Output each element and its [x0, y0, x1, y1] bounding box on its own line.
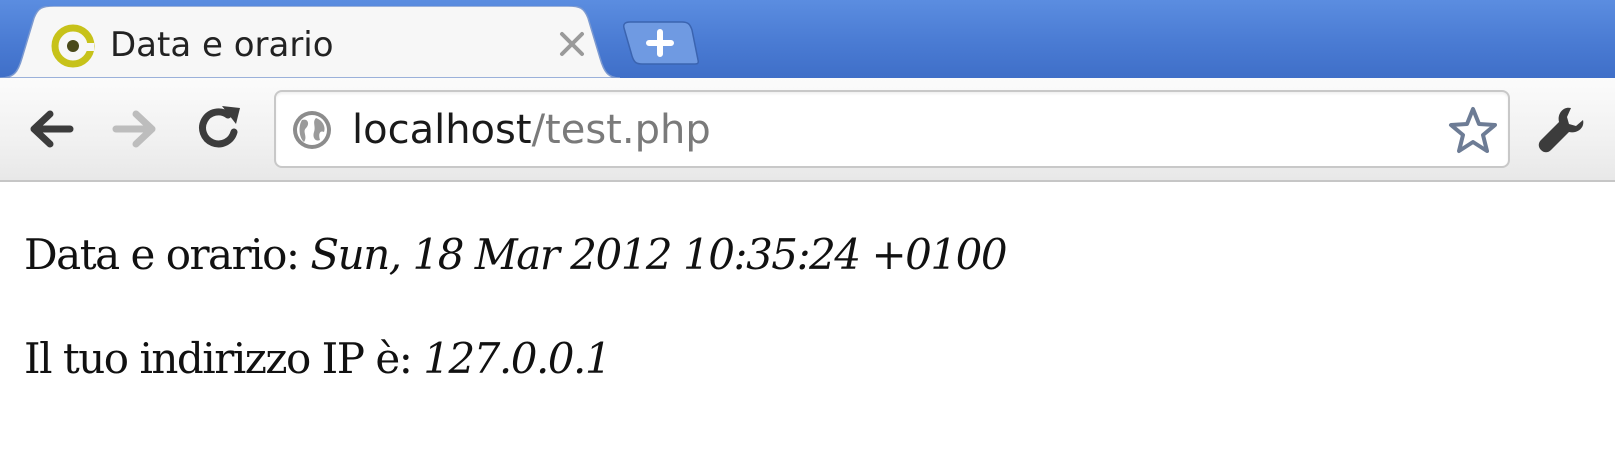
- ip-label: Il tuo indirizzo IP è:: [24, 334, 413, 383]
- reload-button[interactable]: [194, 102, 246, 154]
- forward-arrow-icon: [112, 110, 156, 148]
- close-icon[interactable]: [556, 28, 588, 60]
- browser-window: Data e orario localhost/test.php Data e …: [0, 0, 1615, 473]
- datetime-label: Data e orario:: [24, 230, 300, 279]
- plus-icon: [623, 21, 699, 65]
- reload-icon: [199, 106, 240, 148]
- datetime-line: Data e orario: Sun, 18 Mar 2012 10:35:24…: [24, 230, 1008, 279]
- tab-active[interactable]: Data e orario: [0, 6, 620, 78]
- globe-icon: [290, 108, 334, 152]
- ip-line: Il tuo indirizzo IP è: 127.0.0.1: [24, 334, 612, 383]
- star-icon[interactable]: [1446, 104, 1500, 158]
- wrench-icon: [1538, 107, 1584, 153]
- toolbar: localhost/test.php: [0, 78, 1615, 182]
- tab-strip: Data e orario: [0, 0, 1615, 78]
- forward-button[interactable]: [110, 104, 160, 154]
- url-path: /test.php: [531, 107, 711, 153]
- back-arrow-icon: [30, 110, 74, 148]
- ip-value: 127.0.0.1: [423, 334, 611, 383]
- datetime-value: Sun, 18 Mar 2012 10:35:24 +0100: [310, 230, 1007, 279]
- tab-title: Data e orario: [110, 25, 334, 65]
- back-button[interactable]: [26, 104, 76, 154]
- url-host: localhost: [352, 107, 532, 153]
- circle-logo-icon: [50, 23, 96, 69]
- address-bar[interactable]: localhost/test.php: [274, 90, 1510, 168]
- url-text: localhost/test.php: [352, 102, 711, 158]
- new-tab-button[interactable]: [620, 20, 700, 66]
- page-content: Data e orario: Sun, 18 Mar 2012 10:35:24…: [0, 182, 1615, 473]
- wrench-button[interactable]: [1535, 102, 1591, 158]
